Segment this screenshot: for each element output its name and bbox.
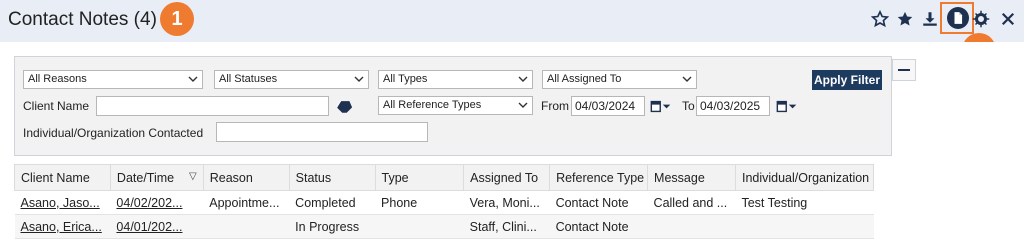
download-icon[interactable]: [920, 9, 940, 29]
to-label: To: [682, 99, 695, 113]
eraser-icon[interactable]: [335, 98, 357, 114]
cell-status: Completed: [289, 190, 376, 215]
chevron-down-icon: [354, 76, 364, 82]
page-header: Contact Notes (4) 1: [0, 0, 1024, 42]
cell-type: Phone: [375, 190, 464, 215]
sort-down-icon[interactable]: ▽: [189, 171, 197, 182]
column-header-individual-organization[interactable]: Individual/Organization: [734, 164, 875, 191]
cell-client-name[interactable]: Asano, Jaso...: [14, 190, 111, 215]
cell-status: In Progress: [289, 214, 376, 239]
collapse-filter-button[interactable]: [892, 59, 916, 81]
column-header-reason[interactable]: Reason: [202, 164, 290, 191]
client-name-label: Client Name: [23, 99, 90, 113]
assigned-to-select-value: All Assigned To: [547, 73, 622, 85]
column-header-client-name[interactable]: Client Name: [14, 164, 111, 191]
cell-reason: [203, 214, 290, 239]
column-header-date-time[interactable]: Date/Time ▽: [109, 164, 204, 191]
chevron-down-icon: [682, 76, 692, 82]
column-header-date-time-label: Date/Time: [116, 170, 175, 185]
star-outline-icon[interactable]: [870, 9, 890, 29]
cell-assigned-to: Vera, Moni...: [463, 190, 550, 215]
calendar-icon[interactable]: [649, 98, 671, 114]
document-icon[interactable]: [947, 7, 969, 29]
gear-icon[interactable]: [971, 9, 991, 29]
cell-date-time[interactable]: 04/02/202...: [110, 190, 204, 215]
contacted-label: Individual/Organization Contacted: [23, 126, 204, 140]
statuses-select-value: All Statuses: [219, 73, 278, 85]
from-label: From: [541, 99, 569, 113]
cell-date-time[interactable]: 04/01/202...: [110, 214, 204, 239]
cell-message: Called and ...: [647, 190, 736, 215]
reference-types-select[interactable]: All Reference Types: [378, 96, 533, 115]
cell-reference-type: Contact Note: [549, 214, 648, 239]
column-header-reference-type[interactable]: Reference Type: [549, 164, 649, 191]
date-time-link[interactable]: 04/02/202...: [116, 196, 182, 210]
statuses-select[interactable]: All Statuses: [214, 70, 369, 89]
cell-message: [647, 214, 736, 239]
contact-notes-table: Client Name Date/Time ▽ Reason Status Typ…: [14, 164, 875, 239]
client-name-link[interactable]: Asano, Erica...: [21, 220, 102, 234]
apply-filter-button[interactable]: Apply Filter: [812, 70, 882, 90]
filter-panel: All Reasons All Statuses All Types All A…: [14, 56, 892, 156]
chevron-down-icon: [188, 76, 198, 82]
reasons-select-value: All Reasons: [28, 73, 87, 85]
column-header-assigned-to[interactable]: Assigned To: [463, 164, 551, 191]
table-row[interactable]: Asano, Jaso... 04/02/202... Appointme...…: [14, 190, 874, 215]
minus-icon: [898, 69, 910, 71]
star-filled-icon[interactable]: [895, 9, 915, 29]
column-header-type[interactable]: Type: [374, 164, 465, 191]
from-date-input[interactable]: 04/03/2024: [571, 96, 645, 116]
date-time-link[interactable]: 04/01/202...: [116, 220, 182, 234]
calendar-icon[interactable]: [775, 98, 797, 114]
cell-client-name[interactable]: Asano, Erica...: [14, 214, 111, 239]
assigned-to-select[interactable]: All Assigned To: [542, 70, 697, 89]
content-area: All Reasons All Statuses All Types All A…: [0, 42, 1024, 239]
column-header-message[interactable]: Message: [647, 164, 736, 191]
callout-badge-1: 1: [160, 2, 194, 36]
client-name-input[interactable]: [96, 96, 329, 116]
to-date-input[interactable]: 04/03/2025: [696, 96, 770, 116]
cell-reason: Appointme...: [203, 190, 290, 215]
page-title: Contact Notes (4): [8, 9, 157, 30]
close-icon[interactable]: [998, 9, 1018, 29]
table-row[interactable]: Asano, Erica... 04/01/202... In Progress…: [14, 214, 874, 239]
table-header-row: Client Name Date/Time ▽ Reason Status Typ…: [14, 164, 875, 191]
reference-types-select-value: All Reference Types: [383, 99, 482, 111]
cell-assigned-to: Staff, Clini...: [463, 214, 550, 239]
chevron-down-icon: [518, 76, 528, 82]
client-name-link[interactable]: Asano, Jaso...: [21, 196, 100, 210]
cell-individual-organization: [735, 214, 874, 239]
cell-reference-type: Contact Note: [549, 190, 648, 215]
types-select[interactable]: All Types: [378, 70, 533, 89]
column-header-status[interactable]: Status: [288, 164, 376, 191]
chevron-down-icon: [518, 102, 528, 108]
contacted-input[interactable]: [216, 122, 428, 142]
cell-type: [375, 214, 464, 239]
types-select-value: All Types: [383, 73, 428, 85]
cell-individual-organization: Test Testing: [735, 190, 874, 215]
contact-notes-page: Contact Notes (4) 1 2 All Reasons: [0, 0, 1024, 239]
reasons-select[interactable]: All Reasons: [23, 70, 203, 89]
